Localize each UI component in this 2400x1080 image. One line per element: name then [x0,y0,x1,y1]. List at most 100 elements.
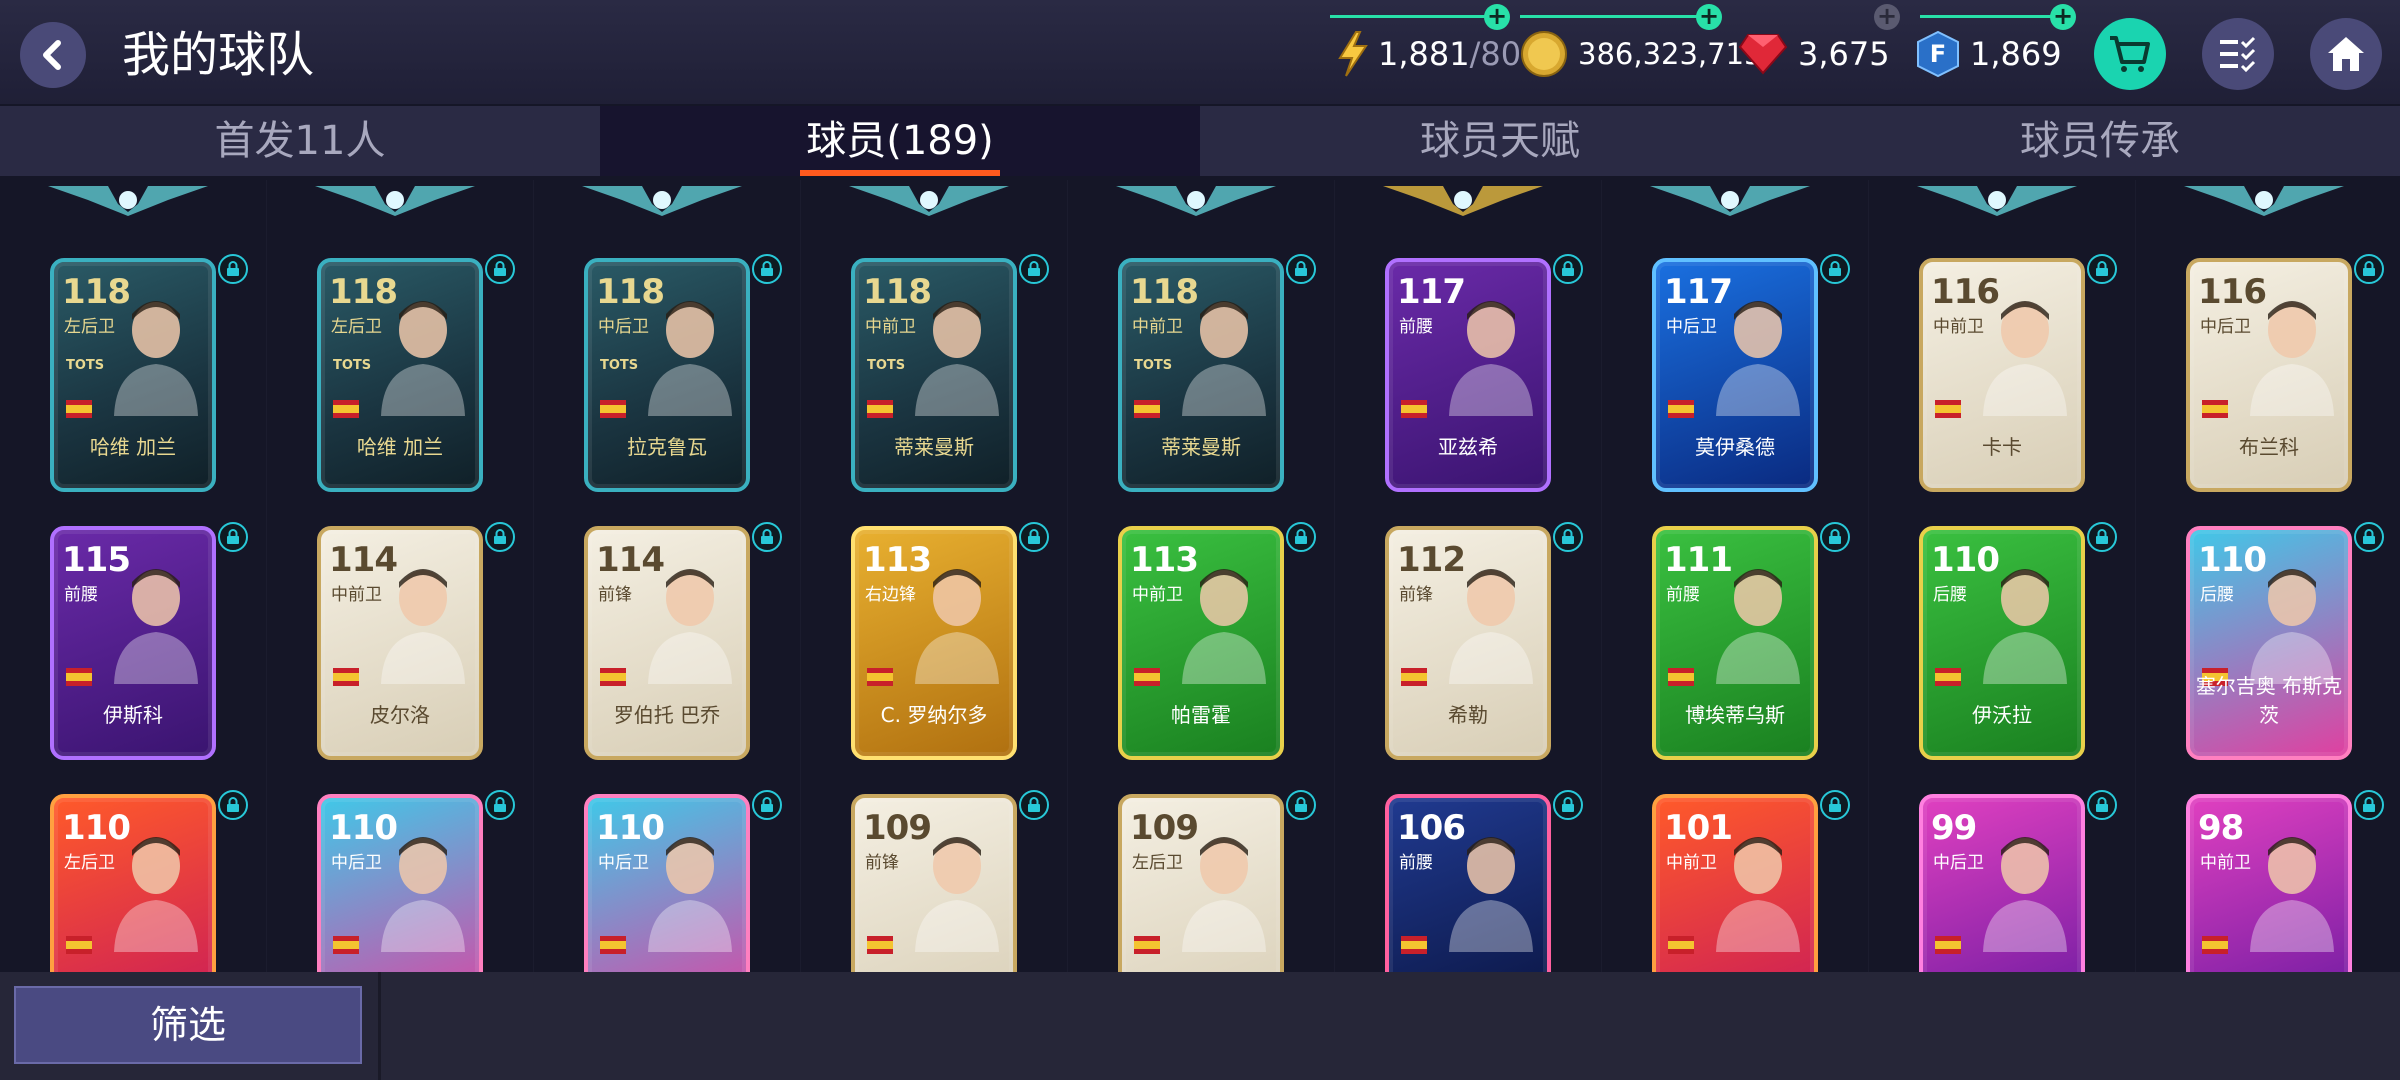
nation-flag-icon [1134,668,1160,686]
player-card[interactable]: 118 中前卫 TOTS 蒂莱曼斯 [1118,258,1284,492]
player-card[interactable]: 110左后卫戴维斯 [50,794,216,972]
player-card[interactable]: 101中前卫亨德森 [1652,794,1818,972]
player-card[interactable]: 117 中后卫 莫伊桑德 [1652,258,1818,492]
lock-icon[interactable] [485,522,515,552]
player-card[interactable]: 109前锋克洛泽 [851,794,1017,972]
player-card[interactable]: 118 中前卫 TOTS 蒂莱曼斯 [851,258,1017,492]
checklist-button[interactable] [2202,18,2274,90]
coins-counter: 386,323,715 [1520,26,1763,82]
player-card[interactable]: 110中后卫皮克 [317,794,483,972]
player-rating: 98 [2198,808,2244,848]
player-rating: 115 [62,540,131,580]
back-button[interactable] [20,22,86,88]
filter-button[interactable]: 筛选 [14,986,362,1064]
tab-players[interactable]: 球员(189) [600,106,1200,176]
player-card[interactable]: 116 中前卫 卡卡 [1919,258,2085,492]
player-card[interactable]: 113 右边锋 C. 罗纳尔多 [851,526,1017,760]
player-position: 后腰 [1933,585,1967,605]
player-position: 左后卫 [64,317,115,337]
lock-icon[interactable] [218,790,248,820]
lock-icon[interactable] [2087,254,2117,284]
tab-starting-eleven[interactable]: 首发11人 [0,106,600,176]
lock-icon[interactable] [218,522,248,552]
lock-icon[interactable] [2354,790,2384,820]
player-rating: 113 [863,540,932,580]
nation-flag-icon [867,668,893,686]
player-position: 中前卫 [331,585,382,605]
lock-icon[interactable] [1553,254,1583,284]
player-card[interactable]: 98中前卫若日尼奥 [2186,794,2352,972]
card-wing-decoration [582,186,742,216]
player-rating: 118 [596,272,665,312]
lock-icon[interactable] [485,790,515,820]
nation-flag-icon [1401,936,1427,954]
player-rating: 118 [1130,272,1199,312]
lock-icon[interactable] [1820,254,1850,284]
player-rating: 111 [1664,540,1733,580]
tab-player-legacy[interactable]: 球员传承 [1800,106,2400,176]
lock-icon[interactable] [485,254,515,284]
player-card[interactable]: 99中后卫阿尔德韦雷尔德 [1919,794,2085,972]
nation-flag-icon [1401,668,1427,686]
nation-flag-icon [1134,400,1160,418]
player-position: 左后卫 [331,317,382,337]
player-card[interactable]: 113 中前卫 帕雷霍 [1118,526,1284,760]
nation-flag-icon [1668,668,1694,686]
player-card[interactable]: 112 前锋 希勒 [1385,526,1551,760]
top-bar: 我的球队 + 1,881/80 + 386,323,715 + 3,675 + … [0,0,2400,104]
lock-icon[interactable] [1019,522,1049,552]
lock-icon[interactable] [2087,522,2117,552]
nation-flag-icon [333,400,359,418]
player-card-grid[interactable]: 118 左后卫 TOTS 哈维 加兰 118 左后卫 TOTS 哈维 加兰 118 中后卫 TOTS… [0,180,2400,972]
lock-icon[interactable] [1019,790,1049,820]
lock-icon[interactable] [752,254,782,284]
player-card[interactable]: 118 中后卫 TOTS 拉克鲁瓦 [584,258,750,492]
lock-icon[interactable] [752,522,782,552]
player-card[interactable]: 110 后腰 塞尔吉奥 布斯克茨 [2186,526,2352,760]
lock-icon[interactable] [1820,522,1850,552]
player-name: 塞尔吉奥 布斯克茨 [2195,674,2343,727]
player-rating: 116 [1931,272,2000,312]
player-card[interactable]: 118 左后卫 TOTS 哈维 加兰 [317,258,483,492]
player-card[interactable]: 109左后卫罗伯托 卡洛斯 [1118,794,1284,972]
lock-icon[interactable] [1820,790,1850,820]
nation-flag-icon [66,400,92,418]
player-card[interactable]: 117 前腰 亚兹希 [1385,258,1551,492]
player-card[interactable]: 110中后卫马诺拉斯 [584,794,750,972]
player-rating: 117 [1664,272,1733,312]
nation-flag-icon [1935,936,1961,954]
nation-flag-icon [1668,936,1694,954]
player-card[interactable]: 118 左后卫 TOTS 哈维 加兰 [50,258,216,492]
player-rating: 109 [863,808,932,848]
player-position: 中前卫 [1132,585,1183,605]
player-card[interactable]: 106前腰芒特 [1385,794,1551,972]
player-card[interactable]: 115 前腰 伊斯科 [50,526,216,760]
bottom-divider [378,972,381,1080]
active-tab-underline [800,170,1000,176]
lock-icon[interactable] [1553,790,1583,820]
player-rating: 118 [62,272,131,312]
lock-icon[interactable] [1286,254,1316,284]
player-name: 哈维 加兰 [356,435,444,459]
player-card[interactable]: 111 前腰 博埃蒂乌斯 [1652,526,1818,760]
lock-icon[interactable] [2354,522,2384,552]
player-rating: 110 [62,808,131,848]
player-card[interactable]: 114 中前卫 皮尔洛 [317,526,483,760]
home-button[interactable] [2310,18,2382,90]
store-button[interactable] [2094,18,2166,90]
lock-icon[interactable] [1019,254,1049,284]
tab-player-talents[interactable]: 球员天赋 [1200,106,1800,176]
player-card[interactable]: 110 后腰 伊沃拉 [1919,526,2085,760]
lock-icon[interactable] [1286,522,1316,552]
lock-icon[interactable] [218,254,248,284]
player-rating: 112 [1397,540,1466,580]
lock-icon[interactable] [1553,522,1583,552]
lock-icon[interactable] [2087,790,2117,820]
gems-value: 3,675 [1798,35,1890,73]
player-card[interactable]: 114 前锋 罗伯托 巴乔 [584,526,750,760]
lock-icon[interactable] [1286,790,1316,820]
player-card[interactable]: 116 中后卫 布兰科 [2186,258,2352,492]
lock-icon[interactable] [752,790,782,820]
fifa-points-icon: F [1917,30,1959,78]
lock-icon[interactable] [2354,254,2384,284]
